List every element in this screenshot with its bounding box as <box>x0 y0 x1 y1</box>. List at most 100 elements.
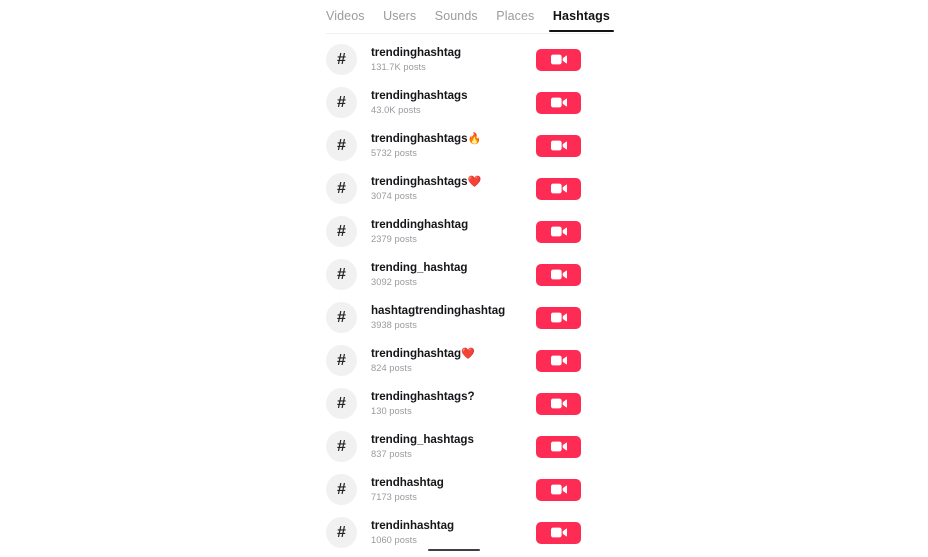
hashtag-name-text: trending_hashtag <box>371 261 468 275</box>
hashtag-meta: trendinhashtag 1060 posts <box>371 519 536 545</box>
hashtag-name-emoji: 🔥 <box>467 133 482 146</box>
hashtag-result-row[interactable]: # trenddinghashtag 2379 posts <box>326 210 610 253</box>
tab-users[interactable]: Users <box>383 0 416 32</box>
hashtag-result-row[interactable]: # trendinghashtag 131.7K posts <box>326 38 610 81</box>
video-camera-icon <box>550 269 567 280</box>
hashtag-name: trendinghashtags <box>371 89 536 102</box>
hashtag-name-text: trenddinghashtag <box>371 218 469 232</box>
hashtag-post-count: 3938 posts <box>371 319 417 330</box>
hashtag-result-row[interactable]: # trendinghashtags🔥 5732 posts <box>326 124 610 167</box>
tab-sounds[interactable]: Sounds <box>435 0 478 32</box>
hashtag-name: trendinghashtag❤️ <box>371 347 536 360</box>
hashtag-meta: trendinghashtags? 130 posts <box>371 390 536 416</box>
create-video-button[interactable] <box>536 177 581 200</box>
hashtag-result-row[interactable]: # trendinhashtag 1060 posts <box>326 511 610 554</box>
hashtag-name-text: trendinghashtags <box>371 89 468 103</box>
create-video-button[interactable] <box>536 134 581 157</box>
video-camera-icon <box>550 97 567 108</box>
video-camera-icon <box>550 527 567 538</box>
search-tab-bar: Videos Users Sounds Places Hashtags <box>326 0 615 34</box>
create-video-button[interactable] <box>536 435 581 458</box>
hashtag-icon: # <box>326 87 357 118</box>
hashtag-post-count: 43.0K posts <box>371 104 421 115</box>
tab-videos[interactable]: Videos <box>326 0 365 32</box>
hashtag-post-count: 7173 posts <box>371 491 417 502</box>
hashtag-meta: trendinghashtags 43.0K posts <box>371 89 536 115</box>
create-video-button[interactable] <box>536 349 581 372</box>
hashtag-icon: # <box>326 44 357 75</box>
hashtag-name-text: trendinhashtag <box>371 519 455 533</box>
hashtag-post-count: 824 posts <box>371 362 412 373</box>
hashtag-name-text: trendhashtag <box>371 476 444 490</box>
hashtag-name: trendinghashtags? <box>371 390 536 403</box>
hashtag-post-count: 130 posts <box>371 405 412 416</box>
hashtag-meta: trendinghashtag❤️ 824 posts <box>371 347 536 373</box>
hashtag-post-count: 3092 posts <box>371 276 417 287</box>
hashtag-result-row[interactable]: # trendinghashtags? 130 posts <box>326 382 610 425</box>
hashtag-name-text: trendinghashtag <box>371 46 462 60</box>
hashtag-name: hashtagtrendinghashtag <box>371 304 536 317</box>
hashtag-name-emoji: ❤️ <box>467 176 482 189</box>
hashtag-result-row[interactable]: # trending_hashtag 3092 posts <box>326 253 610 296</box>
hashtag-name: trending_hashtags <box>371 433 536 446</box>
hashtag-result-row[interactable]: # trendinghashtags❤️ 3074 posts <box>326 167 610 210</box>
hashtag-name-text: trending_hashtags <box>371 433 474 447</box>
search-results-screen: Videos Users Sounds Places Hashtags # trendin… <box>0 0 928 557</box>
tab-places[interactable]: Places <box>496 0 534 32</box>
hashtag-meta: trendinghashtag 131.7K posts <box>371 46 536 72</box>
hashtag-results-list: # trendinghashtag 131.7K posts # trendinghas… <box>326 38 610 554</box>
hashtag-name: trendinghashtags🔥 <box>371 132 536 145</box>
hashtag-name: trendinghashtags❤️ <box>371 175 536 188</box>
hashtag-meta: trenddinghashtag 2379 posts <box>371 218 536 244</box>
hashtag-name-text: hashtagtrendinghashtag <box>371 304 506 318</box>
bottom-drag-handle[interactable] <box>428 549 480 551</box>
hashtag-post-count: 1060 posts <box>371 534 417 545</box>
hashtag-name: trendhashtag <box>371 476 536 489</box>
hashtag-icon: # <box>326 302 357 333</box>
hashtag-meta: hashtagtrendinghashtag 3938 posts <box>371 304 536 330</box>
hashtag-post-count: 131.7K posts <box>371 61 426 72</box>
hashtag-icon: # <box>326 345 357 376</box>
create-video-button[interactable] <box>536 263 581 286</box>
hashtag-meta: trending_hashtags 837 posts <box>371 433 536 459</box>
video-camera-icon <box>550 441 567 452</box>
hashtag-name-text: trendinghashtags <box>371 132 468 146</box>
hashtag-result-row[interactable]: # trendhashtag 7173 posts <box>326 468 610 511</box>
video-camera-icon <box>550 140 567 151</box>
hashtag-name-text: trendinghashtags <box>371 175 468 189</box>
create-video-button[interactable] <box>536 306 581 329</box>
video-camera-icon <box>550 183 567 194</box>
create-video-button[interactable] <box>536 521 581 544</box>
tab-hashtags[interactable]: Hashtags <box>548 0 615 32</box>
hashtag-name-text: trendinghashtag <box>371 347 462 361</box>
hashtag-icon: # <box>326 474 357 505</box>
video-camera-icon <box>550 226 567 237</box>
hashtag-name: trendinghashtag <box>371 46 536 59</box>
hashtag-result-row[interactable]: # trending_hashtags 837 posts <box>326 425 610 468</box>
hashtag-icon: # <box>326 130 357 161</box>
hashtag-name-emoji: ❤️ <box>461 348 475 361</box>
hashtag-icon: # <box>326 388 357 419</box>
create-video-button[interactable] <box>536 220 581 243</box>
create-video-button[interactable] <box>536 48 581 71</box>
create-video-button[interactable] <box>536 91 581 114</box>
hashtag-post-count: 837 posts <box>371 448 412 459</box>
hashtag-icon: # <box>326 517 357 548</box>
hashtag-meta: trendinghashtags🔥 5732 posts <box>371 132 536 158</box>
hashtag-meta: trending_hashtag 3092 posts <box>371 261 536 287</box>
hashtag-result-row[interactable]: # trendinghashtags 43.0K posts <box>326 81 610 124</box>
video-camera-icon <box>550 312 567 323</box>
video-camera-icon <box>550 484 567 495</box>
video-camera-icon <box>550 54 567 65</box>
video-camera-icon <box>550 398 567 409</box>
hashtag-icon: # <box>326 431 357 462</box>
hashtag-result-row[interactable]: # hashtagtrendinghashtag 3938 posts <box>326 296 610 339</box>
hashtag-result-row[interactable]: # trendinghashtag❤️ 824 posts <box>326 339 610 382</box>
hashtag-post-count: 5732 posts <box>371 147 417 158</box>
hashtag-name-text: trendinghashtags? <box>371 390 475 404</box>
hashtag-name: trenddinghashtag <box>371 218 536 231</box>
hashtag-meta: trendhashtag 7173 posts <box>371 476 536 502</box>
hashtag-post-count: 3074 posts <box>371 190 417 201</box>
create-video-button[interactable] <box>536 478 581 501</box>
create-video-button[interactable] <box>536 392 581 415</box>
